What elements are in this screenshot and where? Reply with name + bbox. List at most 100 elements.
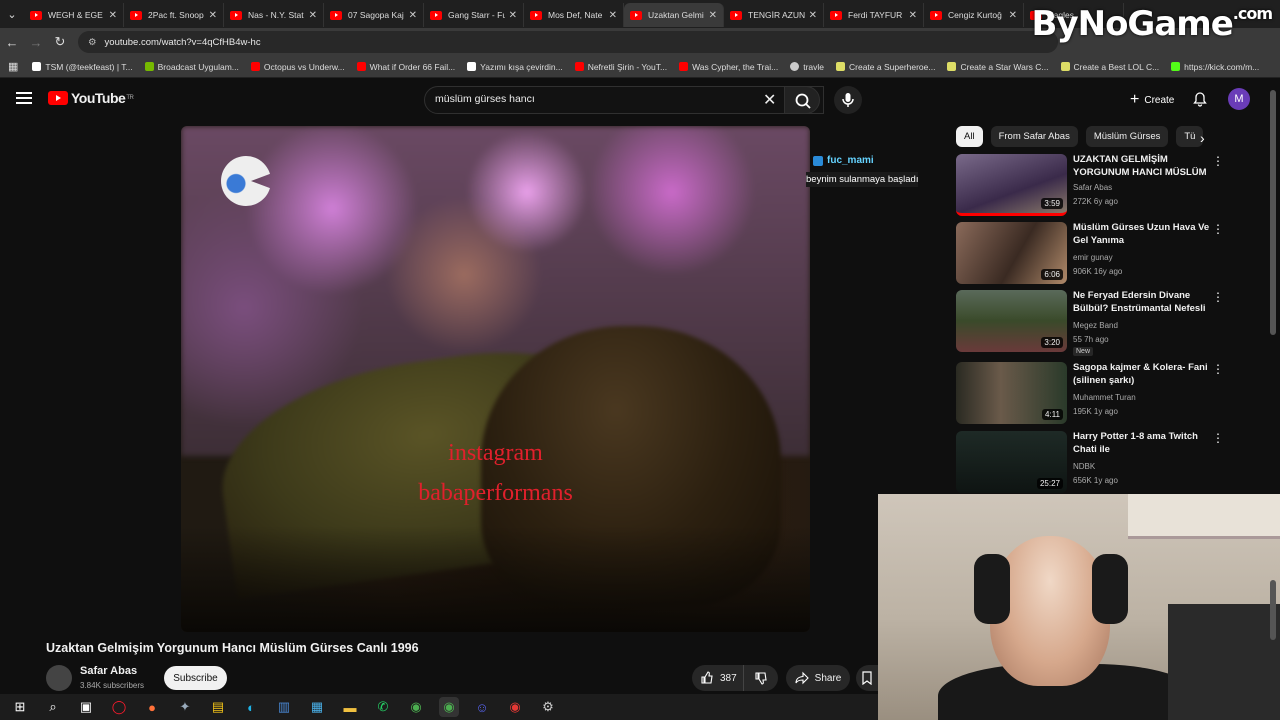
close-icon[interactable]: ✕ [809,10,817,21]
search-button[interactable] [784,86,820,114]
edge-icon[interactable]: ◐ [241,697,261,717]
chrome-icon[interactable]: ◉ [406,697,426,717]
close-icon[interactable]: ✕ [509,10,517,21]
apps-grid-icon[interactable]: ▦ [8,60,18,73]
close-icon[interactable]: ✕ [909,10,917,21]
dislike-button[interactable] [744,665,778,691]
menu-icon[interactable] [16,92,32,104]
video-thumbnail[interactable]: 3:59 [956,154,1067,216]
bookmark-item[interactable]: Create a Best LOL C... [1060,62,1159,72]
bookmark-item[interactable]: Create a Star Wars C... [947,62,1049,72]
recommendation-item[interactable]: 6:06 Müslüm Gürses Uzun Hava Ve Gel Yanı… [956,222,1276,288]
chrome-icon[interactable]: ◉ [505,697,525,717]
video-player[interactable]: instagram babaperformans [181,126,810,632]
clear-search-icon[interactable]: ✕ [763,90,776,110]
app-icon[interactable]: ▥ [274,697,294,717]
bookmark-item[interactable]: Nefretli Şirin - YouT... [574,62,667,72]
voice-search-button[interactable] [834,86,862,114]
browser-tab[interactable]: WEGH & EGE ✕ [24,3,124,27]
browser-tab[interactable]: TENGİR AZUN ✕ [724,3,824,27]
video-thumbnail[interactable]: 25:27 [956,431,1067,493]
opera-icon[interactable]: ◯ [109,697,129,717]
chip-all[interactable]: All [956,126,983,147]
recommendation-channel[interactable]: emir gunay [1073,253,1113,262]
recommendation-title[interactable]: Sagopa kajmer & Kolera- Fani (silinen şa… [1073,362,1213,387]
task-view-icon[interactable]: ▣ [76,697,96,717]
subscribe-button[interactable]: Subscribe [164,666,227,690]
chevron-right-icon[interactable]: › [1200,130,1205,146]
recommendation-item[interactable]: 25:27 Harry Potter 1-8 ama Twitch Chati … [956,431,1276,497]
store-icon[interactable]: ▤ [208,697,228,717]
page-scrollbar[interactable] [1270,90,1276,335]
recommendation-title[interactable]: UZAKTAN GELMİŞİM YORGUNUM HANCI MÜSLÜM .… [1073,154,1213,179]
close-icon[interactable]: ✕ [709,10,717,21]
bookmark-item[interactable]: Octopus vs Underw... [250,62,345,72]
bookmark-item[interactable]: travle [790,62,824,72]
recommendation-title[interactable]: Ne Feryad Edersin Divane Bülbül? Enstrüm… [1073,290,1213,315]
more-options-icon[interactable]: ⋮ [1212,290,1224,304]
search-input[interactable]: müslüm gürses hancı [435,93,535,105]
chip-from-channel[interactable]: From Safar Abas [990,126,1078,147]
close-icon[interactable]: ✕ [309,10,317,21]
search-box[interactable]: müslüm gürses hancı ✕ [424,86,824,114]
create-button[interactable]: + Create [1122,88,1182,112]
recommendation-title[interactable]: Harry Potter 1-8 ama Twitch Chati ile [1073,431,1213,456]
recommendation-item[interactable]: 4:11 Sagopa kajmer & Kolera- Fani (silin… [956,362,1276,428]
close-icon[interactable]: ✕ [209,10,217,21]
firefox-icon[interactable]: ● [142,697,162,717]
close-icon[interactable]: ✕ [609,10,617,21]
bookmark-item[interactable]: Broadcast Uygulam... [144,62,239,72]
browser-tab[interactable]: Mos Def, Nate ✕ [524,3,624,27]
file-explorer-icon[interactable]: ▬ [340,697,360,717]
bookmark-item[interactable]: https://kick.com/m... [1171,62,1259,72]
browser-tab[interactable]: 2Pac ft. Snoop ✕ [124,3,224,27]
browser-tab[interactable]: Ferdi TAYFUR - ✕ [824,3,924,27]
reload-icon[interactable]: ↻ [48,34,72,50]
chip-artist[interactable]: Müslüm Gürses [1085,126,1169,147]
app-icon[interactable]: ▦ [307,697,327,717]
url-field[interactable]: ⚙ youtube.com/watch?v=4qCfHB4w-hc [78,31,1058,53]
video-thumbnail[interactable]: 6:06 [956,222,1067,284]
browser-tab[interactable]: Gang Starr - Fu ✕ [424,3,524,27]
more-options-icon[interactable]: ⋮ [1212,154,1224,168]
more-options-icon[interactable]: ⋮ [1212,431,1224,445]
browser-tab[interactable]: Cengiz Kurtoğ ✕ [924,3,1024,27]
youtube-logo[interactable]: YouTube TR [48,90,134,106]
close-icon[interactable]: ✕ [409,10,417,21]
browser-tab-active[interactable]: Uzaktan Gelmi ✕ [624,3,724,27]
channel-name[interactable]: Safar Abas [80,665,137,677]
bookmark-item[interactable]: Create a Superheroe... [836,62,935,72]
bookmark-item[interactable]: What if Order 66 Fail... [356,62,455,72]
whatsapp-icon[interactable]: ✆ [373,697,393,717]
app-icon[interactable]: ✦ [175,697,195,717]
save-button[interactable] [856,665,878,691]
taskbar-search-icon[interactable]: ⌕ [43,697,63,717]
recommendation-channel[interactable]: Megez Band [1073,321,1118,330]
channel-avatar[interactable] [46,665,72,691]
recommendation-title[interactable]: Müslüm Gürses Uzun Hava Ve Gel Yanıma [1073,222,1213,247]
bookmark-item[interactable]: TSM (@teekfeast) | T... [32,62,133,72]
share-button[interactable]: Share [786,665,850,691]
more-options-icon[interactable]: ⋮ [1212,222,1224,236]
recommendation-channel[interactable]: NDBK [1073,462,1095,471]
recommendation-channel[interactable]: Safar Abas [1073,183,1112,192]
account-avatar[interactable]: M [1228,88,1250,110]
browser-tab[interactable]: Nas - N.Y. Stat ✕ [224,3,324,27]
app-icon[interactable]: ⚙ [538,697,558,717]
notifications-bell-icon[interactable] [1192,91,1208,107]
more-options-icon[interactable]: ⋮ [1212,362,1224,376]
forward-icon[interactable]: → [24,35,48,50]
bookmark-item[interactable]: Was Cypher, the Trai... [679,62,778,72]
recommendation-channel[interactable]: Muhammet Turan [1073,393,1136,402]
close-icon[interactable]: ✕ [1009,10,1017,21]
close-icon[interactable]: ✕ [109,10,117,21]
video-thumbnail[interactable]: 4:11 [956,362,1067,424]
site-info-icon[interactable]: ⚙ [88,37,97,48]
back-icon[interactable]: ← [0,35,24,50]
browser-tab[interactable]: 07 Sagopa Kaj ✕ [324,3,424,27]
discord-icon[interactable]: ☺ [472,697,492,717]
bookmark-item[interactable]: Yazımı kışa çevirdin... [467,62,563,72]
like-button[interactable]: 387 [692,665,744,691]
video-thumbnail[interactable]: 3:20 [956,290,1067,352]
chrome-active-icon[interactable]: ◉ [439,697,459,717]
